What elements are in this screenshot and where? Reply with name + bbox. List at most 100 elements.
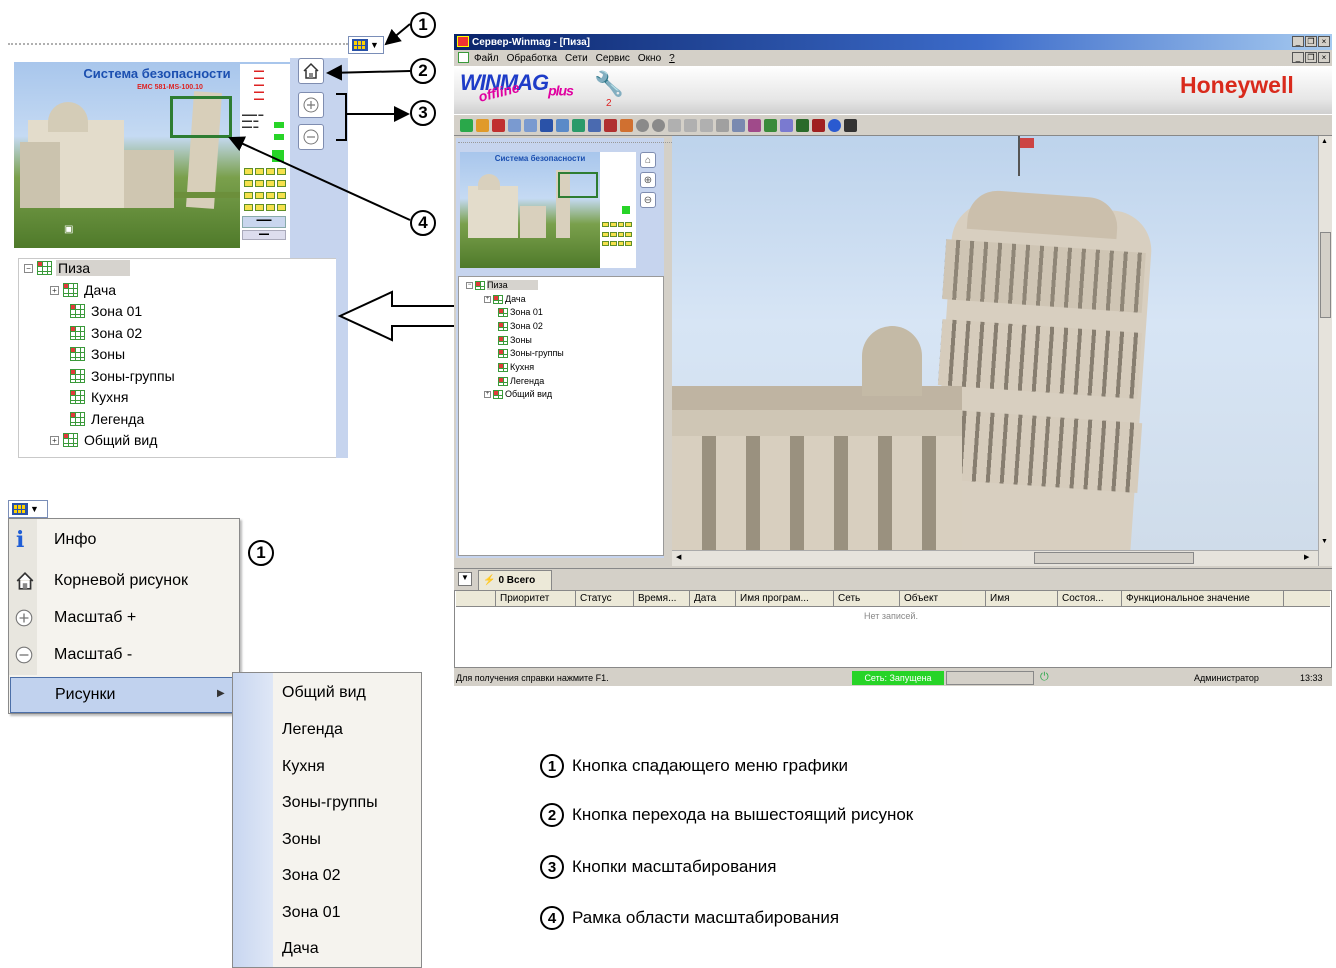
legend-number: 4 [540,906,564,930]
search-icon[interactable] [780,118,793,132]
column-header[interactable]: Объект [900,591,986,606]
submenu-item[interactable]: Дача [282,940,319,958]
menu-item-pictures[interactable]: Рисунки ▶ [10,677,238,713]
submenu-item[interactable]: Зона 02 [282,867,341,885]
submenu-item[interactable]: Зоны [282,831,321,849]
column-icon[interactable] [456,591,496,606]
close-icon[interactable]: × [1318,36,1330,47]
pointer-icon[interactable] [844,118,857,132]
vertical-scrollbar[interactable]: ▲ ▼ [1318,136,1332,566]
window-icon[interactable] [716,118,729,132]
column-header[interactable]: Дата [690,591,736,606]
zoom-in-button[interactable]: ⊕ [640,172,656,188]
print-icon[interactable] [668,118,681,132]
overview-picture[interactable]: Система безопасности [460,152,600,268]
tree-item[interactable]: Зоны [498,335,532,345]
close-icon[interactable]: × [1318,52,1330,63]
column-header[interactable]: Время... [634,591,690,606]
chevron-down-icon: ▼ [30,503,39,514]
alarm-icon[interactable] [812,118,825,132]
cut-icon[interactable] [684,118,697,132]
tab-all-events[interactable]: ⚡ 0 Всего [478,570,552,590]
tool-icon[interactable] [620,118,633,132]
column-header[interactable]: Имя [986,591,1058,606]
tree-root[interactable]: − Пиза [466,280,538,290]
column-header[interactable]: Функциональное значение [1122,591,1284,606]
column-header[interactable]: Имя програм... [736,591,834,606]
zoomed-picture-view[interactable] [672,136,1318,550]
graphics-view-icon[interactable] [540,118,553,132]
cross-icon[interactable] [748,118,761,132]
graphics-menu-button[interactable]: ▼ [8,500,48,518]
scroll-thumb[interactable] [1320,232,1331,318]
paste-icon[interactable] [524,118,537,132]
zoom-out-button[interactable]: ⊖ [640,192,656,208]
minimize-icon[interactable]: _ [1292,36,1304,47]
pen-icon[interactable] [732,118,745,132]
scroll-up-icon[interactable]: ▲ [1321,138,1328,145]
tree-item[interactable]: Кухня [498,362,534,372]
tree-item[interactable]: Зона 01 [498,307,543,317]
menu-item-zoom-out[interactable]: Масштаб - [14,643,132,667]
menu-item-info[interactable]: i Инфо [16,527,96,553]
scroll-thumb[interactable] [1034,552,1194,564]
submenu-item[interactable]: Общий вид [282,684,366,702]
expand-icon[interactable]: + [484,390,491,398]
menu-bar: Файл Обработка Сети Сервис Окно ? [454,50,1332,66]
signal-icon[interactable] [796,118,809,132]
settings-icon[interactable] [588,118,601,132]
main-toolbar [454,114,1332,136]
help-icon[interactable] [828,118,841,132]
tree-item[interactable]: Легенда [498,376,544,386]
column-header[interactable]: Сеть [834,591,900,606]
tree-item[interactable]: + Дача [484,294,526,304]
scroll-left-icon[interactable]: ◀ [676,553,681,561]
menu-item-root-picture[interactable]: Корневой рисунок [14,569,188,593]
refresh-icon[interactable] [460,118,473,132]
tree-icon[interactable] [572,118,585,132]
tree-item[interactable]: Зоны-группы [498,348,564,358]
power-icon[interactable]: ⏻ [1040,671,1049,684]
window-titlebar[interactable]: Сервер-Winmag - [Пиза] [454,34,1332,50]
minimize-icon[interactable]: _ [1292,52,1304,63]
forward-icon[interactable] [652,118,665,132]
list-icon[interactable] [556,118,569,132]
picture-node-icon [498,348,508,358]
edit-icon[interactable] [476,118,489,132]
menu-processing[interactable]: Обработка [507,53,557,64]
menu-item-zoom-in[interactable]: Масштаб + [14,606,136,630]
menu-help[interactable]: ? [669,53,675,64]
grid-icon[interactable] [700,118,713,132]
tree-item[interactable]: + Общий вид [484,389,552,399]
scroll-right-icon[interactable]: ▶ [1304,553,1309,561]
restore-icon[interactable]: ❐ [1305,52,1317,63]
chevron-down-icon[interactable]: ▼ [458,572,472,586]
delete-icon[interactable] [604,118,617,132]
submenu-item[interactable]: Легенда [282,721,343,739]
panel-divider [458,142,672,143]
root-picture-button[interactable]: ⌂ [640,152,656,168]
menu-file[interactable]: Файл [474,53,499,64]
submenu-item[interactable]: Кухня [282,758,325,776]
collapse-icon[interactable]: − [466,281,473,289]
copy-icon[interactable] [508,118,521,132]
submenu-item[interactable]: Зоны-группы [282,794,378,812]
zoom-area-frame[interactable] [558,172,598,198]
tree-item[interactable]: Зона 02 [498,321,543,331]
menu-window[interactable]: Окно [638,53,661,64]
stop-icon[interactable] [492,118,505,132]
restore-icon[interactable]: ❐ [1305,36,1317,47]
horizontal-scrollbar[interactable]: ◀ ▶ [672,550,1318,566]
events-table-header: Приоритет Статус Время... Дата Имя прогр… [456,591,1330,607]
check-icon[interactable] [764,118,777,132]
column-header[interactable]: Приоритет [496,591,576,606]
submenu-item[interactable]: Зона 01 [282,904,341,922]
column-header[interactable]: Статус [576,591,634,606]
back-icon[interactable] [636,118,649,132]
menu-service[interactable]: Сервис [596,53,630,64]
scroll-down-icon[interactable]: ▼ [1321,538,1328,545]
tree-item-label: Зона 02 [510,321,543,331]
expand-icon[interactable]: + [484,295,491,303]
menu-networks[interactable]: Сети [565,53,588,64]
column-header[interactable]: Состоя... [1058,591,1122,606]
